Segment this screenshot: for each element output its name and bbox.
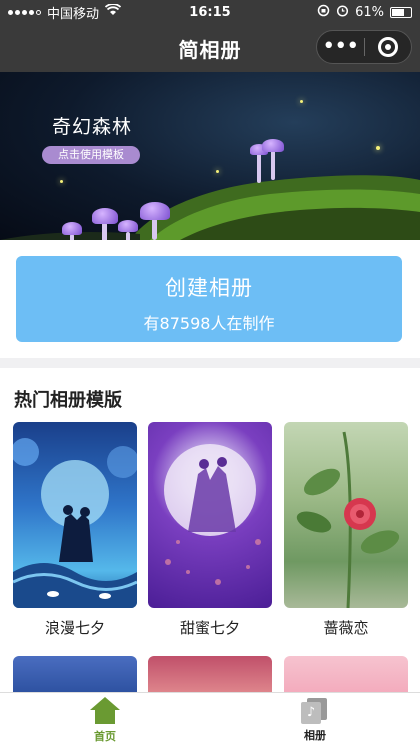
tab-home[interactable]: 首页 xyxy=(0,693,210,747)
battery-percent: 61% xyxy=(355,4,384,20)
orientation-lock-icon xyxy=(317,4,330,21)
status-bar: 中国移动 16:15 61% xyxy=(0,0,420,24)
template-thumbnail xyxy=(13,438,137,608)
tab-bar: 首页 ♪ 相册 xyxy=(0,692,420,747)
create-section: 创建相册 有87598人在制作 xyxy=(0,240,420,358)
target-icon xyxy=(377,37,398,57)
close-mini-program-button[interactable] xyxy=(364,37,411,57)
create-album-count: 有87598人在制作 xyxy=(143,314,275,333)
album-icon: ♪ xyxy=(301,697,329,724)
template-card-romantic-qixi[interactable] xyxy=(13,422,137,608)
template-label: 浪漫七夕 xyxy=(44,619,105,637)
template-card[interactable] xyxy=(13,656,137,696)
template-card[interactable] xyxy=(148,656,272,696)
template-card[interactable] xyxy=(284,656,408,696)
battery-icon xyxy=(390,6,412,18)
firefly-spark xyxy=(216,170,219,173)
signal-icon xyxy=(8,9,41,15)
tab-home-label: 首页 xyxy=(94,729,116,743)
section-divider xyxy=(0,358,420,368)
template-label: 蔷薇恋 xyxy=(323,619,369,637)
template-thumbnail xyxy=(164,444,261,585)
tab-album-label: 相册 xyxy=(304,728,326,742)
status-right: 61% xyxy=(252,4,412,21)
firefly-spark xyxy=(60,180,63,183)
status-time: 16:15 xyxy=(189,4,231,20)
template-thumbnail xyxy=(296,431,400,608)
hot-templates-title: 热门相册模版 xyxy=(14,390,122,411)
template-label: 甜蜜七夕 xyxy=(179,619,240,637)
template-card-sweet-qixi[interactable] xyxy=(148,422,272,608)
template-banner[interactable]: 奇幻森林 点击使用模板 xyxy=(0,72,420,240)
page-title: 简相册 xyxy=(178,37,242,62)
firefly-spark xyxy=(376,146,380,150)
tab-album[interactable]: ♪ 相册 xyxy=(210,693,420,747)
mini-program-capsule: ••• xyxy=(316,30,412,64)
wifi-icon xyxy=(104,3,122,20)
nav-bar: 简相册 ••• xyxy=(0,24,420,72)
firefly-spark xyxy=(300,100,303,103)
carrier-label: 中国移动 xyxy=(47,6,100,22)
use-template-button[interactable]: 点击使用模板 xyxy=(42,146,140,164)
alarm-icon xyxy=(336,4,349,21)
template-card-rose-love[interactable] xyxy=(284,422,408,608)
home-icon xyxy=(90,696,120,725)
create-album-label: 创建相册 xyxy=(165,276,253,300)
banner-title: 奇幻森林 xyxy=(52,116,133,138)
more-icon[interactable]: ••• xyxy=(317,32,364,62)
status-left: 中国移动 xyxy=(8,3,168,22)
create-album-button[interactable]: 创建相册 有87598人在制作 xyxy=(16,256,402,342)
